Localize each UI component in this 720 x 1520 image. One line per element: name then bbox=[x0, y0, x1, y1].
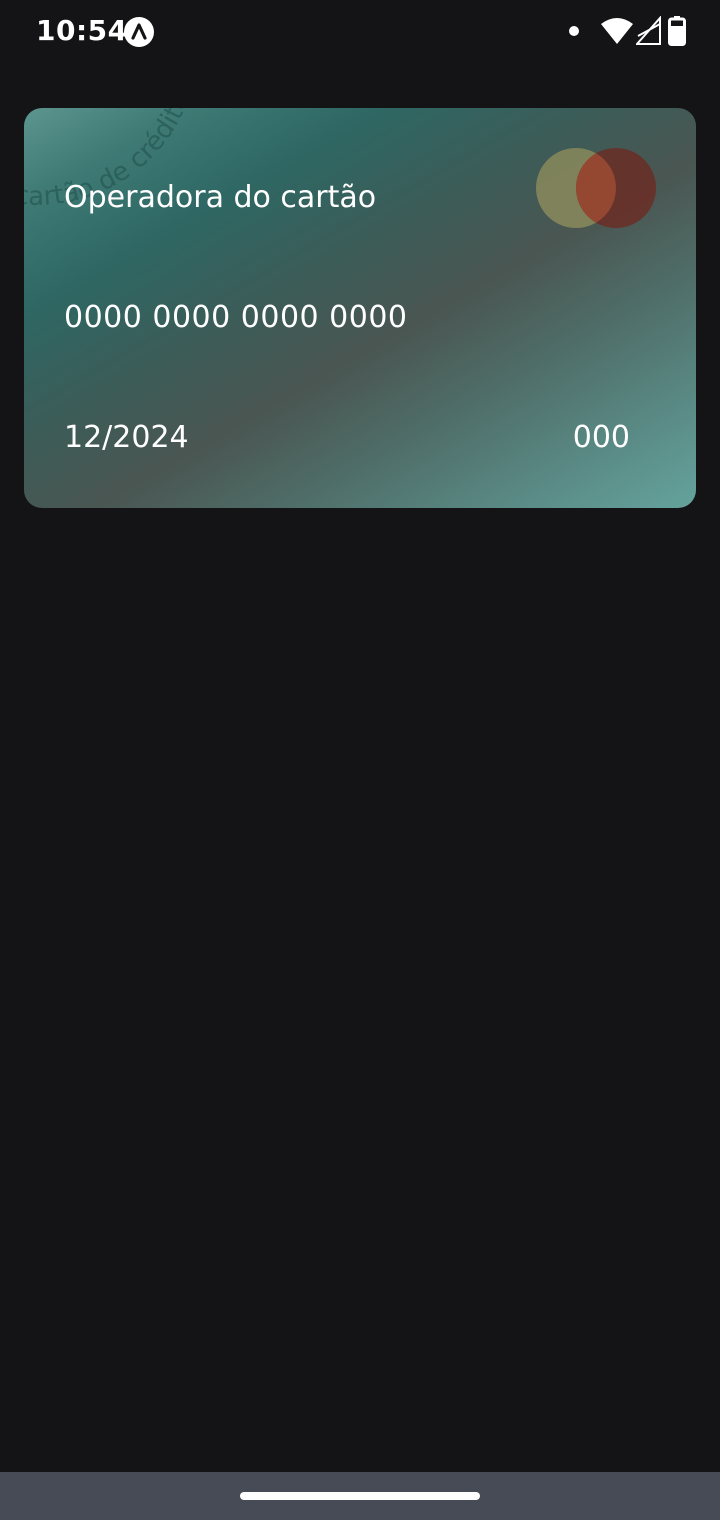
app-logo-icon bbox=[124, 17, 154, 47]
screen: 10:54 cartão de crédito bbox=[0, 0, 720, 1520]
card-expiry: 12/2024 bbox=[64, 420, 189, 455]
card-number: 0000 0000 0000 0000 bbox=[64, 300, 408, 335]
credit-card[interactable]: cartão de crédito Operadora do cartão 00… bbox=[24, 108, 696, 508]
card-cvv: 000 bbox=[572, 420, 630, 455]
wifi-icon bbox=[601, 18, 633, 44]
battery-icon bbox=[668, 16, 686, 46]
signal-icon bbox=[636, 16, 661, 45]
notification-dot-icon bbox=[569, 26, 579, 36]
navigation-bar bbox=[0, 1472, 720, 1520]
home-gesture-handle[interactable] bbox=[240, 1492, 480, 1500]
mastercard-logo-icon bbox=[536, 148, 656, 228]
status-bar: 10:54 bbox=[0, 0, 720, 64]
status-time: 10:54 bbox=[36, 14, 128, 47]
card-brand-name: Operadora do cartão bbox=[64, 180, 377, 215]
